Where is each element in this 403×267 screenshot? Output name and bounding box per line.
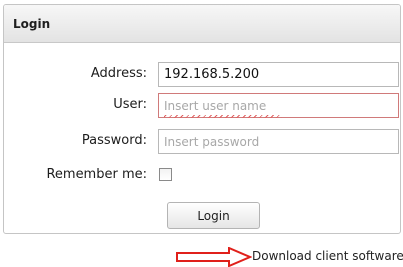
login-button[interactable]: Login	[167, 202, 260, 229]
spellcheck-underline	[164, 115, 282, 118]
remember-me-checkbox[interactable]	[159, 168, 172, 181]
address-input[interactable]	[158, 62, 399, 87]
user-label: User:	[113, 97, 147, 112]
remember-me-label: Remember me:	[46, 167, 147, 182]
panel-title: Login	[13, 16, 51, 31]
right-arrow-icon	[176, 247, 252, 267]
password-input[interactable]	[158, 129, 399, 154]
login-panel: Login Address: User: Password: Remember …	[3, 4, 401, 234]
download-client-link[interactable]: Download client software	[252, 249, 403, 263]
password-label: Password:	[81, 133, 147, 148]
address-label: Address:	[90, 66, 147, 81]
panel-header: Login	[4, 5, 400, 43]
